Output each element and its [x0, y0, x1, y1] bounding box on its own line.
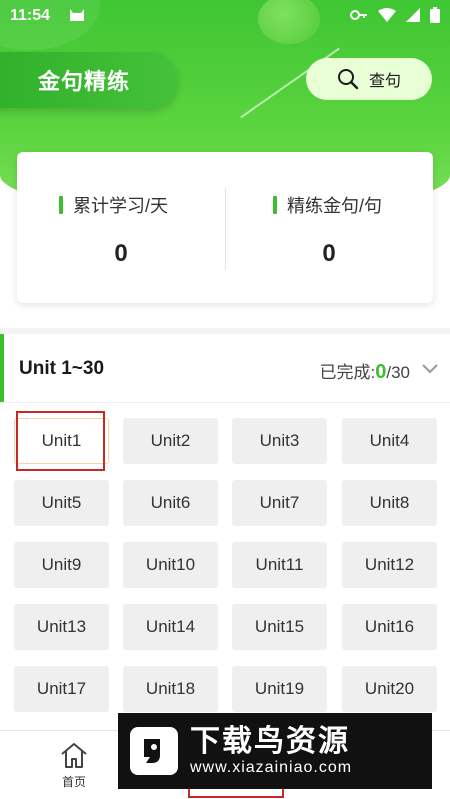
- unit-button[interactable]: Unit20: [342, 666, 437, 712]
- unit-button[interactable]: Unit16: [342, 604, 437, 650]
- chevron-down-icon[interactable]: [418, 356, 442, 380]
- stat-accent-bar: [59, 196, 63, 214]
- unit-button[interactable]: Unit9: [14, 542, 109, 588]
- unit-button[interactable]: Unit2: [123, 418, 218, 464]
- completed-count: 0: [375, 361, 387, 383]
- unit-button[interactable]: Unit14: [123, 604, 218, 650]
- stat-value: 0: [114, 240, 128, 267]
- watermark-bird-icon: [130, 727, 178, 775]
- unit-button[interactable]: Unit11: [232, 542, 327, 588]
- unit-button[interactable]: Unit12: [342, 542, 437, 588]
- unit-button[interactable]: Unit4: [342, 418, 437, 464]
- status-icons: [350, 6, 440, 26]
- unit-range-header[interactable]: Unit 1~30 已完成:0/30: [0, 328, 450, 402]
- unit-range-title: Unit 1~30: [19, 358, 105, 379]
- unit-button[interactable]: Unit15: [232, 604, 327, 650]
- home-icon: [61, 743, 87, 768]
- nav-home-label: 首页: [61, 775, 86, 789]
- signal-icon: [406, 7, 420, 25]
- unit-button[interactable]: Unit1: [14, 418, 109, 464]
- stat-study-days: 累计学习/天 0: [17, 152, 225, 303]
- unit-button[interactable]: Unit6: [123, 480, 218, 526]
- unit-progress: 已完成:0/30: [319, 361, 411, 383]
- section-accent-bar: [0, 334, 4, 402]
- stat-label: 精练金句/句: [287, 196, 383, 216]
- stats-card: 累计学习/天 0 精练金句/句 0: [17, 152, 433, 303]
- wifi-icon: [378, 7, 396, 25]
- unit-button[interactable]: Unit3: [232, 418, 327, 464]
- watermark-title: 下载鸟资源: [190, 725, 350, 758]
- stat-sentences-practiced: 精练金句/句 0: [225, 152, 433, 303]
- search-sentence-button[interactable]: 查句: [306, 58, 432, 100]
- unit-button[interactable]: Unit13: [14, 604, 109, 650]
- nav-home[interactable]: 首页: [39, 741, 109, 790]
- key-icon: [350, 8, 368, 24]
- notification-cat-icon: [68, 7, 86, 26]
- unit-button[interactable]: Unit17: [14, 666, 109, 712]
- unit-button[interactable]: Unit7: [232, 480, 327, 526]
- search-icon: [337, 69, 359, 90]
- watermark-banner: 下载鸟资源 www.xiazainiao.com: [118, 713, 432, 789]
- search-button-label: 查句: [368, 73, 401, 90]
- unit-button[interactable]: Unit10: [123, 542, 218, 588]
- unit-button[interactable]: Unit8: [342, 480, 437, 526]
- status-bar: 11:54: [0, 0, 450, 32]
- stat-accent-bar: [273, 196, 277, 214]
- watermark-url: www.xiazainiao.com: [190, 759, 353, 776]
- page-title: 金句精练: [38, 69, 131, 94]
- battery-icon: [430, 6, 440, 26]
- unit-button[interactable]: Unit19: [232, 666, 327, 712]
- stat-value: 0: [322, 240, 336, 267]
- stat-label: 累计学习/天: [73, 196, 169, 216]
- page-title-pill: 金句精练: [0, 52, 178, 108]
- unit-button[interactable]: Unit18: [123, 666, 218, 712]
- status-time: 11:54: [10, 7, 51, 24]
- unit-button[interactable]: Unit5: [14, 480, 109, 526]
- unit-grid: Unit1 Unit2 Unit3 Unit4 Unit5 Unit6 Unit7 Unit8…: [0, 402, 450, 730]
